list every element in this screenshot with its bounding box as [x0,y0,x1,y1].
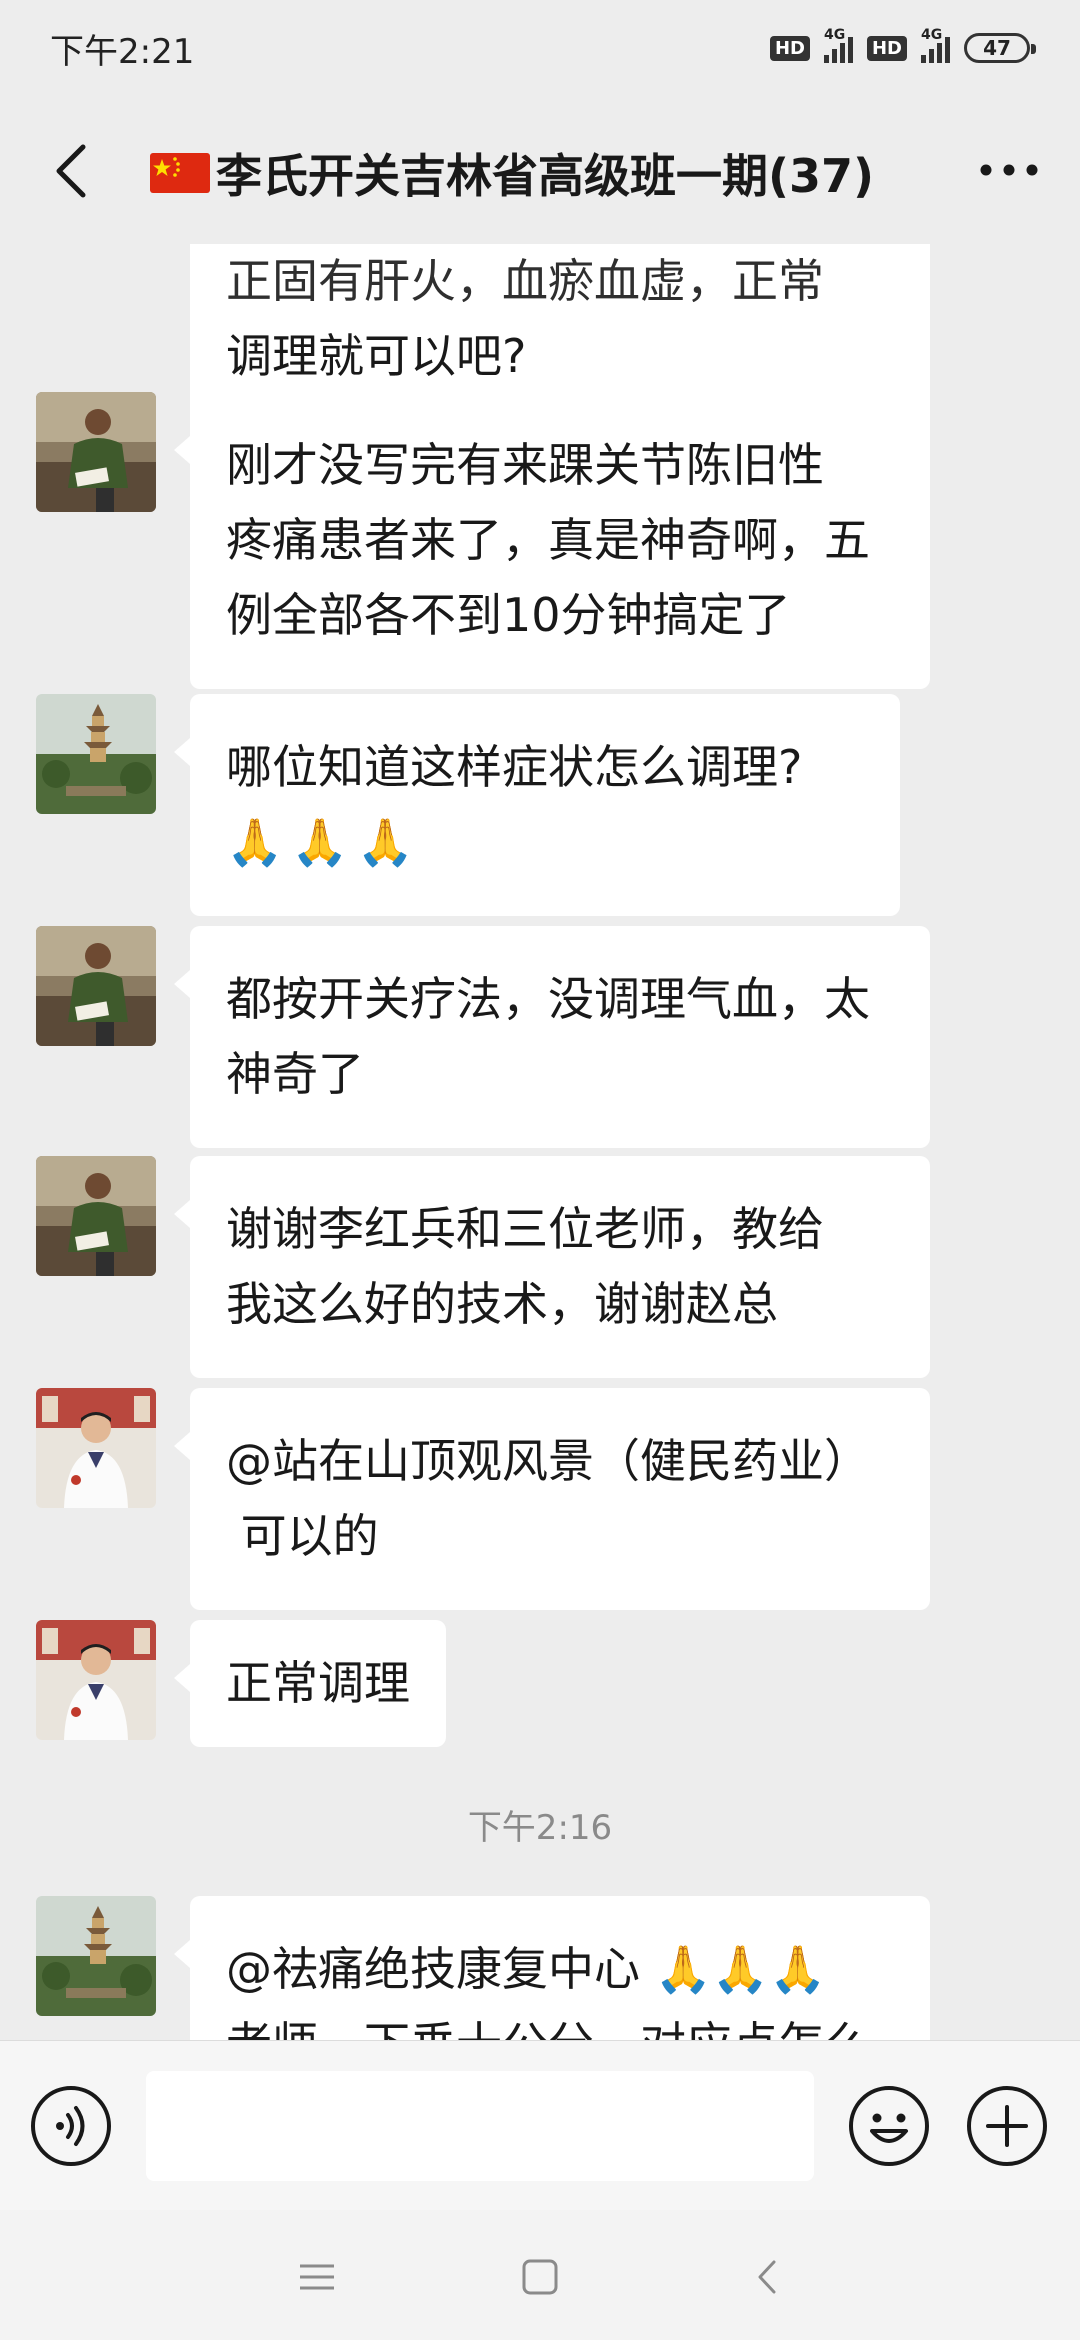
avatar[interactable] [36,1620,156,1740]
input-bar [0,2040,1080,2210]
message-text: 老师，下垂十公分，对应点怎么 [226,2007,894,2040]
voice-icon[interactable] [30,2085,112,2167]
plus-icon[interactable] [966,2085,1048,2167]
message-text: @站在山顶观风景（健民药业） [226,1434,870,1488]
message-text: 刚才没写完有来踝关节陈旧性 [226,438,824,492]
message-text: 都按开关疗法，没调理气血，太 [226,972,870,1026]
message-bubble[interactable]: 哪位知道这样症状怎么调理? 🙏 🙏 🙏 [174,694,900,916]
message-bubble[interactable]: @祛痛绝技康复中心 🙏 🙏 🙏 老师，下垂十公分，对应点怎么 [174,1896,930,2040]
chat-header: 李氏开关吉林省高级班一期(37) [0,96,1080,244]
avatar[interactable] [36,694,156,814]
message-text: 可以的 [226,1509,379,1563]
emoji-row: 🙏 🙏 🙏 [226,805,864,880]
time-divider: 下午2:16 [467,1808,613,1848]
message-bubble[interactable]: @站在山顶观风景（健民药业） 可以的 [174,1388,930,1610]
avatar[interactable] [36,1896,156,2016]
more-button[interactable] [974,140,1044,200]
home-square-icon[interactable] [517,2254,563,2300]
message-text: 哪位知道这样症状怎么调理? [226,740,803,794]
message-bubble[interactable]: 正常调理 [174,1620,446,1747]
hd-badge: HD [769,35,810,61]
avatar[interactable] [36,392,156,512]
message-list[interactable]: 正固有肝火，血瘀血虚，正常 调理就可以吧? 刚才没写完有来踝关节陈旧性 疼痛患者… [0,244,1080,2040]
status-time: 下午2:21 [50,31,195,72]
more-dots-icon [980,164,1038,176]
pagoda-avatar-icon [36,694,156,814]
praying-hands-icon: 🙏 [226,815,284,869]
message-text: 正固有肝火，血瘀血虚，正常 [226,254,824,308]
avatar[interactable] [36,1388,156,1508]
message-first-line: @祛痛绝技康复中心 🙏 🙏 🙏 [226,1932,894,2007]
china-flag-icon [150,153,210,193]
man-reading-avatar-icon [36,392,156,512]
message-text: 正常调理 [226,1656,410,1710]
message-bubble[interactable]: 都按开关疗法，没调理气血，太 神奇了 [174,926,930,1148]
avatar[interactable] [36,1156,156,1276]
pagoda-avatar-icon [36,1896,156,2016]
emoji-smile-icon[interactable] [848,2085,930,2167]
praying-hands-icon: 🙏 [769,1942,827,1996]
status-bar: 下午2:21 HD 4G HD 4G 47 [0,0,1080,96]
menu-icon[interactable] [294,2254,340,2300]
man-reading-avatar-icon [36,1156,156,1276]
chat-title: 李氏开关吉林省高级班一期(37) [150,140,940,206]
praying-hands-icon: 🙏 [356,815,414,869]
man-reading-avatar-icon [36,926,156,1046]
message-text: 例全部各不到10分钟搞定了 [226,588,791,642]
message-input[interactable] [146,2071,814,2181]
message-text: 谢谢李红兵和三位老师，教给 [226,1202,824,1256]
signal-icon-2: 4G [921,27,950,63]
signal-icon: 4G [823,27,853,63]
praying-hands-icon: 🙏 [654,1942,712,1996]
back-triangle-icon[interactable] [744,2254,790,2300]
status-icons: HD 4G HD 4G 47 [769,27,1036,63]
message-text: @祛痛绝技康复中心 [226,1942,655,1996]
doctor-avatar-icon [36,1620,156,1740]
message-text: 神奇了 [226,1047,364,1101]
chevron-left-icon [56,144,86,198]
message-bubble[interactable]: 刚才没写完有来踝关节陈旧性 疼痛患者来了，真是神奇啊，五 例全部各不到10分钟搞… [174,392,930,689]
back-button[interactable] [36,136,106,206]
avatar[interactable] [36,926,156,1046]
praying-hands-icon: 🙏 [291,815,349,869]
doctor-avatar-icon [36,1388,156,1508]
system-nav-bar [0,2210,1080,2340]
message-text: 疼痛患者来了，真是神奇啊，五 [226,513,870,567]
message-text: 我这么好的技术，谢谢赵总 [226,1277,778,1331]
praying-hands-icon: 🙏 [711,1942,770,1996]
chat-title-text: 李氏开关吉林省高级班一期(37) [216,149,875,203]
hd-badge-2: HD [866,35,907,61]
message-text: 调理就可以吧? [226,329,527,383]
message-bubble[interactable]: 谢谢李红兵和三位老师，教给 我这么好的技术，谢谢赵总 [174,1156,930,1378]
battery-icon: 47 [964,33,1036,63]
